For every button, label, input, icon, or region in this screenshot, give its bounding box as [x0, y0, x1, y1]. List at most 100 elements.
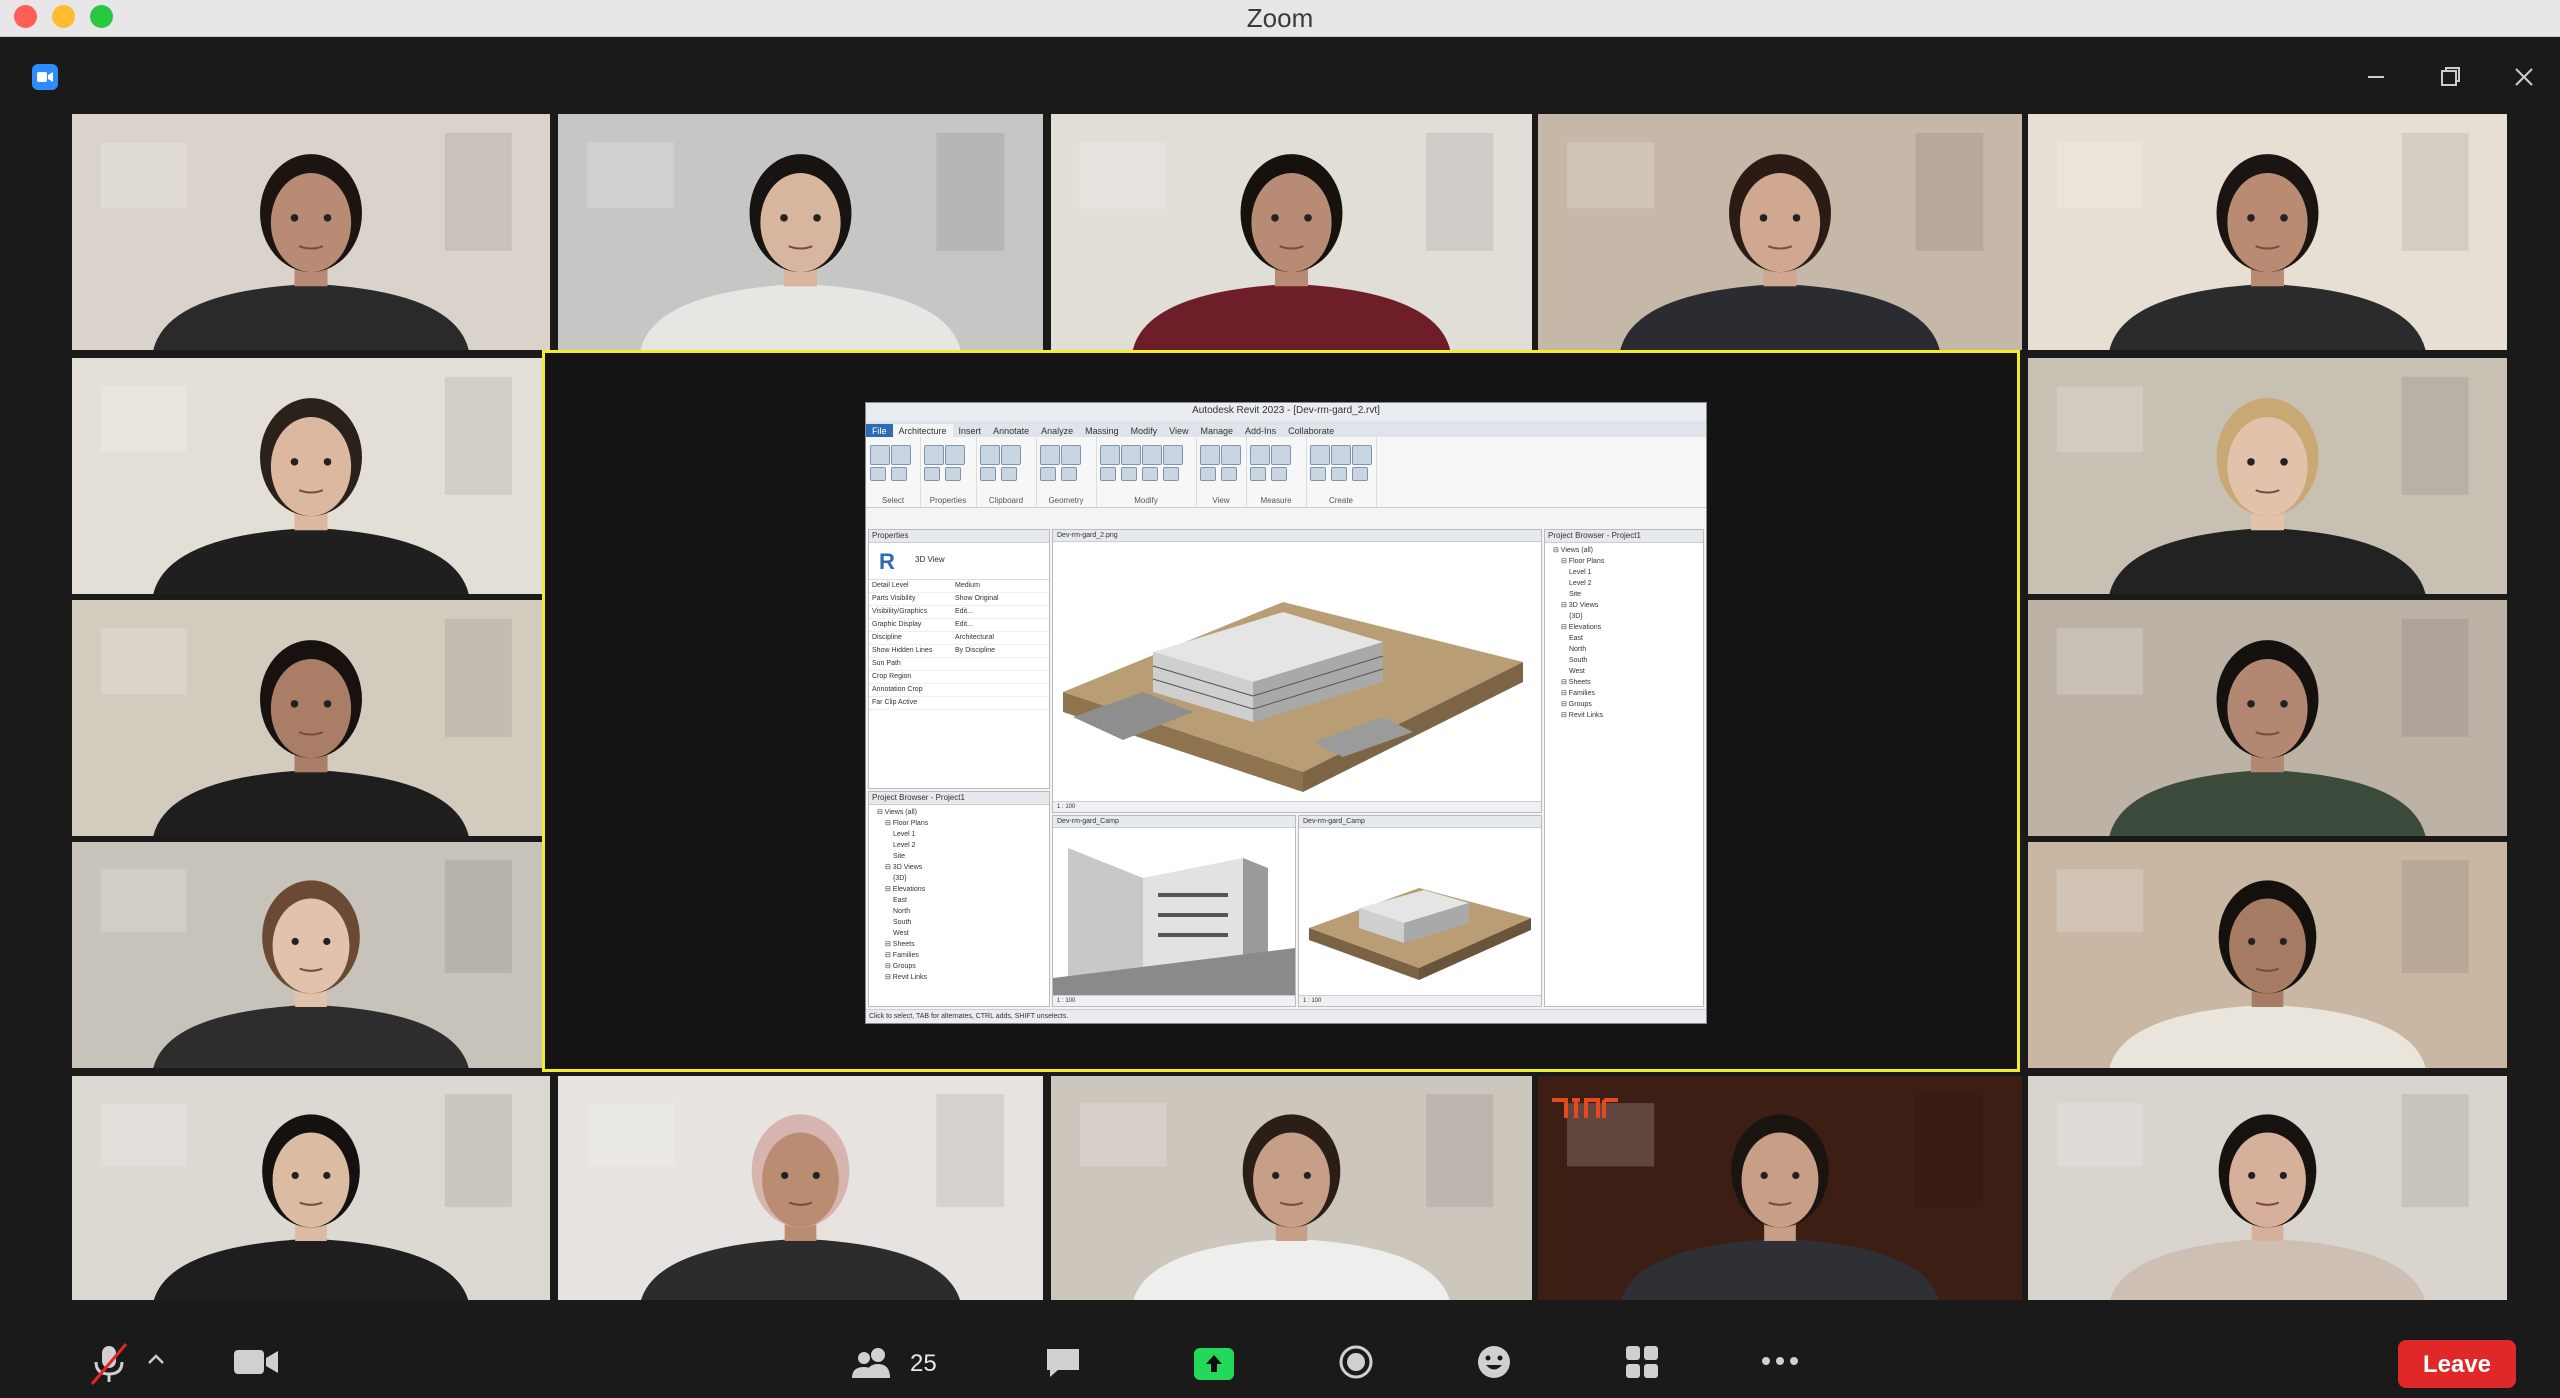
- ribbon-tool-icon[interactable]: [870, 445, 890, 465]
- participant-video-tile[interactable]: [2028, 114, 2507, 350]
- participant-video-tile[interactable]: [2028, 358, 2507, 594]
- record-button[interactable]: [1338, 1344, 1374, 1388]
- revit-tab[interactable]: Collaborate: [1282, 424, 1340, 438]
- revit-tab[interactable]: Modify: [1125, 424, 1164, 438]
- ribbon-tool-icon[interactable]: [1200, 445, 1220, 465]
- browser-tree-item[interactable]: {3D}: [1553, 611, 1703, 622]
- participant-video-tile[interactable]: [1051, 1076, 1532, 1302]
- browser-tree-item[interactable]: ⊟ Families: [877, 950, 1049, 961]
- browser-tree-item[interactable]: South: [877, 917, 1049, 928]
- ribbon-tool-icon[interactable]: [1100, 467, 1116, 481]
- browser-tree-item[interactable]: Site: [1553, 589, 1703, 600]
- minimize-icon[interactable]: [2358, 59, 2394, 95]
- property-row[interactable]: Discipline Architectural: [869, 632, 1049, 645]
- ribbon-tool-icon[interactable]: [1061, 445, 1081, 465]
- ribbon-tool-icon[interactable]: [1250, 445, 1270, 465]
- property-value[interactable]: Show Original: [955, 593, 999, 605]
- apps-button[interactable]: [1624, 1344, 1660, 1388]
- browser-tree-item[interactable]: ⊟ Groups: [877, 961, 1049, 972]
- browser-tree-item[interactable]: ⊟ Groups: [1553, 699, 1703, 710]
- browser-tree-item[interactable]: East: [877, 895, 1049, 906]
- more-button[interactable]: [1760, 1354, 1800, 1398]
- property-value[interactable]: Medium: [955, 580, 980, 592]
- browser-tree-item[interactable]: North: [1553, 644, 1703, 655]
- ribbon-tool-icon[interactable]: [891, 467, 907, 481]
- property-value[interactable]: By Discipline: [955, 645, 995, 657]
- browser-tree-item[interactable]: East: [1553, 633, 1703, 644]
- browser-tree-item[interactable]: ⊟ Floor Plans: [1553, 556, 1703, 567]
- browser-tree-item[interactable]: {3D}: [877, 873, 1049, 884]
- ribbon-tool-icon[interactable]: [945, 467, 961, 481]
- participant-video-tile[interactable]: [72, 358, 550, 594]
- revit-tab[interactable]: Massing: [1079, 424, 1125, 438]
- browser-tree-item[interactable]: ⊟ Sheets: [877, 939, 1049, 950]
- participant-video-tile[interactable]: [72, 842, 550, 1068]
- revit-tab[interactable]: Analyze: [1035, 424, 1079, 438]
- participant-video-tile[interactable]: [72, 1076, 550, 1302]
- revit-window[interactable]: Autodesk Revit 2023 - [Dev-rm-gard_2.rvt…: [865, 402, 1707, 1024]
- ribbon-tool-icon[interactable]: [1121, 467, 1137, 481]
- revit-tab[interactable]: Manage: [1195, 424, 1240, 438]
- participant-video-tile[interactable]: [72, 600, 550, 836]
- property-row[interactable]: Show Hidden Lines By Discipline: [869, 645, 1049, 658]
- property-value[interactable]: Edit...: [955, 606, 973, 618]
- browser-tree-item[interactable]: ⊟ Elevations: [877, 884, 1049, 895]
- ribbon-tool-icon[interactable]: [1061, 467, 1077, 481]
- participant-video-tile[interactable]: [2028, 600, 2507, 836]
- browser-tree-item[interactable]: ⊟ 3D Views: [877, 862, 1049, 873]
- ribbon-tool-icon[interactable]: [1250, 467, 1266, 481]
- browser-tree-item[interactable]: ⊟ Revit Links: [1553, 710, 1703, 721]
- small-view-left-tab[interactable]: Dev-rm-gard_Camp: [1053, 816, 1295, 828]
- browser-tree-item[interactable]: ⊟ Sheets: [1553, 677, 1703, 688]
- browser-tree-item[interactable]: Level 2: [1553, 578, 1703, 589]
- property-row[interactable]: Parts Visibility Show Original: [869, 593, 1049, 606]
- close-icon[interactable]: [2506, 59, 2542, 95]
- browser-tree-item[interactable]: Level 2: [877, 840, 1049, 851]
- main-view-tab[interactable]: Dev-rm-gard_2.png: [1053, 530, 1541, 542]
- video-button[interactable]: [232, 1346, 280, 1390]
- ribbon-tool-icon[interactable]: [891, 445, 911, 465]
- ribbon-tool-icon[interactable]: [924, 467, 940, 481]
- participant-video-tile[interactable]: [558, 114, 1043, 350]
- ribbon-tool-icon[interactable]: [1310, 445, 1330, 465]
- reactions-button[interactable]: [1476, 1344, 1512, 1388]
- restore-icon[interactable]: [2432, 59, 2468, 95]
- browser-tree-item[interactable]: ⊟ Families: [1553, 688, 1703, 699]
- ribbon-tool-icon[interactable]: [1331, 467, 1347, 481]
- participant-video-tile[interactable]: [558, 1076, 1043, 1302]
- ribbon-tool-icon[interactable]: [1352, 467, 1368, 481]
- ribbon-tool-icon[interactable]: [1040, 445, 1060, 465]
- browser-tree-item[interactable]: Level 1: [1553, 567, 1703, 578]
- browser-tree-item[interactable]: ⊟ Elevations: [1553, 622, 1703, 633]
- leave-button[interactable]: Leave: [2398, 1340, 2516, 1388]
- ribbon-tool-icon[interactable]: [945, 445, 965, 465]
- shared-screen[interactable]: Autodesk Revit 2023 - [Dev-rm-gard_2.rvt…: [542, 350, 2020, 1072]
- property-row[interactable]: Visibility/Graphics Edit...: [869, 606, 1049, 619]
- ribbon-tool-icon[interactable]: [1121, 445, 1141, 465]
- ribbon-tool-icon[interactable]: [1200, 467, 1216, 481]
- property-value[interactable]: Architectural: [955, 632, 994, 644]
- ribbon-tool-icon[interactable]: [1163, 445, 1183, 465]
- revit-tab[interactable]: Insert: [953, 424, 988, 438]
- property-value[interactable]: Edit...: [955, 619, 973, 631]
- browser-tree-item[interactable]: ⊟ Views (all): [1553, 545, 1703, 556]
- small-view-right-tab[interactable]: Dev-rm-gard_Camp: [1299, 816, 1541, 828]
- ribbon-tool-icon[interactable]: [1271, 445, 1291, 465]
- participants-button[interactable]: [850, 1346, 896, 1390]
- participant-video-tile[interactable]: [72, 114, 550, 350]
- participant-video-tile[interactable]: [1051, 114, 1532, 350]
- property-row[interactable]: Graphic Display Edit...: [869, 619, 1049, 632]
- audio-options-chevron[interactable]: [146, 1352, 166, 1396]
- ribbon-tool-icon[interactable]: [1142, 467, 1158, 481]
- ribbon-tool-icon[interactable]: [1221, 467, 1237, 481]
- participant-video-tile[interactable]: [2028, 842, 2507, 1068]
- ribbon-tool-icon[interactable]: [924, 445, 944, 465]
- revit-tab[interactable]: Annotate: [987, 424, 1035, 438]
- browser-tree-item[interactable]: North: [877, 906, 1049, 917]
- ribbon-tool-icon[interactable]: [870, 467, 886, 481]
- ribbon-tool-icon[interactable]: [1040, 467, 1056, 481]
- small-view-right[interactable]: Dev-rm-gard_Camp 1 : 100: [1298, 815, 1542, 1007]
- ribbon-tool-icon[interactable]: [1163, 467, 1179, 481]
- participant-video-tile[interactable]: [1538, 114, 2022, 350]
- ribbon-tool-icon[interactable]: [1100, 445, 1120, 465]
